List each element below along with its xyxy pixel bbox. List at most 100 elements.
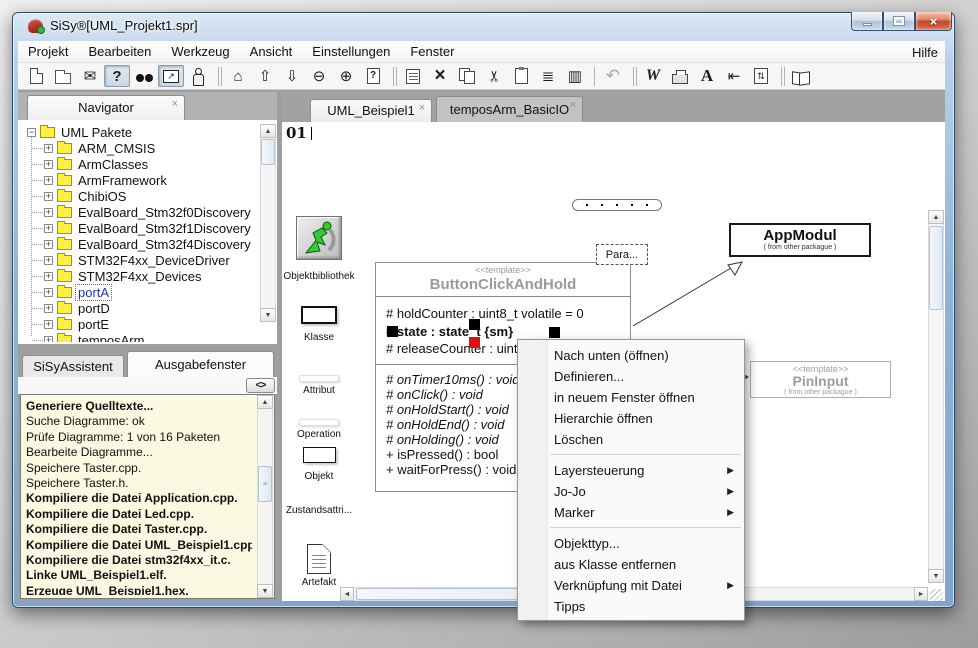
maximize-button[interactable] (883, 12, 915, 31)
tab-uml-beispiel1[interactable]: UML_Beispiel1 × (310, 99, 432, 122)
menu-item[interactable]: Einstellungen (302, 41, 400, 62)
cut-icon[interactable]: ✂ (481, 65, 507, 87)
context-menu-item[interactable]: aus Klasse entfernen (518, 554, 744, 575)
search-binoculars-icon[interactable] (131, 65, 157, 87)
context-menu-item[interactable]: Tipps (518, 596, 744, 617)
mail-icon[interactable]: ✉ (77, 65, 103, 87)
paste-icon[interactable] (508, 65, 534, 87)
tree-item[interactable]: + EvalBoard_Stm32f4Discovery (44, 236, 256, 252)
template-parameter-box[interactable]: Para... (596, 244, 648, 265)
menu-item[interactable]: Projekt (18, 41, 78, 62)
tab-ausgabefenster[interactable]: Ausgabefenster (127, 351, 274, 377)
list-icon[interactable]: ≣ (535, 65, 561, 87)
help-icon[interactable]: ? (104, 65, 130, 87)
refresh-icon[interactable]: ⇅ (748, 65, 774, 87)
tree-item-root[interactable]: − UML Pakete (20, 124, 256, 140)
tree-item[interactable]: + ArmFramework (44, 172, 256, 188)
tree-expand-icon[interactable]: + (44, 288, 53, 297)
tree-item[interactable]: + EvalBoard_Stm32f0Discovery (44, 204, 256, 220)
selection-handle-active[interactable] (469, 337, 480, 348)
zoom-window-icon[interactable]: ↗ (158, 65, 184, 87)
print-icon[interactable] (667, 65, 693, 87)
tree-collapse-icon[interactable]: − (27, 128, 36, 137)
undo-icon[interactable]: ↶ (600, 65, 626, 87)
menu-item[interactable]: Ansicht (240, 41, 303, 62)
navigate-up-icon[interactable]: ⇧ (252, 65, 278, 87)
close-button[interactable]: × (915, 12, 952, 31)
class-pin-input[interactable]: <<template>> PinInput ( from other packa… (750, 361, 891, 398)
properties-icon[interactable] (400, 65, 426, 87)
tree-expand-icon[interactable]: + (44, 256, 53, 265)
scroll-down-icon[interactable]: ▼ (260, 308, 276, 322)
context-menu-item[interactable]: in neuem Fenster öffnen (518, 387, 744, 408)
tree-item[interactable]: + STM32F4xx_Devices (44, 268, 256, 284)
scrollbar-thumb[interactable] (261, 139, 275, 165)
tree-item[interactable]: + portD (44, 300, 256, 316)
context-menu-item[interactable]: Layersteuerung ▶ (518, 460, 744, 481)
tree-item[interactable]: + STM32F4xx_DeviceDriver (44, 252, 256, 268)
tree-expand-icon[interactable]: + (44, 208, 53, 217)
tree-item[interactable]: + ChibiOS (44, 188, 256, 204)
context-menu-item[interactable]: Löschen (518, 429, 744, 450)
close-tab-icon[interactable]: × (419, 101, 425, 115)
tree-expand-icon[interactable]: + (44, 160, 53, 169)
scroll-up-icon[interactable]: ▲ (260, 124, 276, 138)
tree-expand-icon[interactable]: + (44, 176, 53, 185)
home-icon[interactable]: ⌂ (225, 65, 251, 87)
context-menu-item[interactable]: Marker ▶ (518, 502, 744, 523)
context-menu-item[interactable]: Definieren... (518, 366, 744, 387)
selection-handle[interactable] (469, 319, 480, 330)
tree-expand-icon[interactable]: + (44, 192, 53, 201)
document-help-icon[interactable]: ? (360, 65, 386, 87)
tree-expand-icon[interactable]: + (44, 272, 53, 281)
tree-item[interactable]: + ArmClasses (44, 156, 256, 172)
context-menu-item[interactable]: Hierarchie öffnen (518, 408, 744, 429)
selection-handle[interactable] (549, 327, 560, 338)
attribute-row[interactable]: # holdCounter : uint8_t volatile = 0 (386, 305, 630, 323)
tree-expand-icon[interactable]: + (44, 336, 53, 343)
tree-item[interactable]: + portE (44, 316, 256, 332)
menu-item-help[interactable]: Hilfe (898, 41, 952, 63)
font-icon[interactable]: A (694, 65, 720, 87)
class-app-modul[interactable]: AppModul ( from other packague ) (729, 223, 871, 257)
tab-sisy-assistent[interactable]: SiSyAssistent (22, 355, 124, 377)
selection-handle[interactable] (387, 326, 398, 337)
attribute-row[interactable]: # state : state_t {sm} (386, 323, 630, 341)
tree-expand-icon[interactable]: + (44, 144, 53, 153)
navigate-down-icon[interactable]: ⇩ (279, 65, 305, 87)
new-document-icon[interactable] (23, 65, 49, 87)
zoom-in-icon[interactable]: ⊕ (333, 65, 359, 87)
zoom-out-icon[interactable]: ⊖ (306, 65, 332, 87)
tree-item[interactable]: + temposArm (44, 332, 256, 342)
copy-icon[interactable] (454, 65, 480, 87)
tree-expand-icon[interactable]: + (44, 240, 53, 249)
table-icon[interactable]: ▥ (562, 65, 588, 87)
import-list-icon[interactable]: ⇤ (721, 65, 747, 87)
tree-expand-icon[interactable]: + (44, 304, 53, 313)
tree-expand-icon[interactable]: + (44, 224, 53, 233)
tree-item[interactable]: + ARM_CMSIS (44, 140, 256, 156)
tab-temposarm-basicio[interactable]: temposArm_BasicIO × (436, 96, 583, 122)
context-menu-item[interactable]: Nach unten (öffnen) (518, 345, 744, 366)
close-tab-icon[interactable]: × (570, 98, 576, 112)
scroll-up-icon[interactable]: ▲ (257, 395, 273, 409)
scrollbar-thumb[interactable]: ≡ (258, 466, 272, 502)
context-menu-item[interactable]: Objekttyp... (518, 533, 744, 554)
tree-expand-icon[interactable]: + (44, 320, 53, 329)
tree-item[interactable]: + portA (44, 284, 256, 300)
delete-icon[interactable]: × (427, 65, 453, 87)
scroll-down-icon[interactable]: ▼ (257, 584, 273, 598)
close-panel-icon[interactable]: × (172, 97, 178, 111)
book-icon[interactable] (788, 65, 814, 87)
tree-item[interactable]: + EvalBoard_Stm32f1Discovery (44, 220, 256, 236)
word-export-icon[interactable]: W (640, 65, 666, 87)
context-menu-item[interactable]: Verknüpfung mit Datei ▶ (518, 575, 744, 596)
dots-handle[interactable] (572, 199, 662, 211)
menu-item[interactable]: Bearbeiten (78, 41, 161, 62)
context-menu-item[interactable]: Jo-Jo ▶ (518, 481, 744, 502)
person-icon[interactable] (185, 65, 211, 87)
menu-item[interactable]: Fenster (400, 41, 464, 62)
open-folder-icon[interactable] (50, 65, 76, 87)
menu-item[interactable]: Werkzeug (161, 41, 239, 62)
minimize-button[interactable] (851, 12, 883, 31)
